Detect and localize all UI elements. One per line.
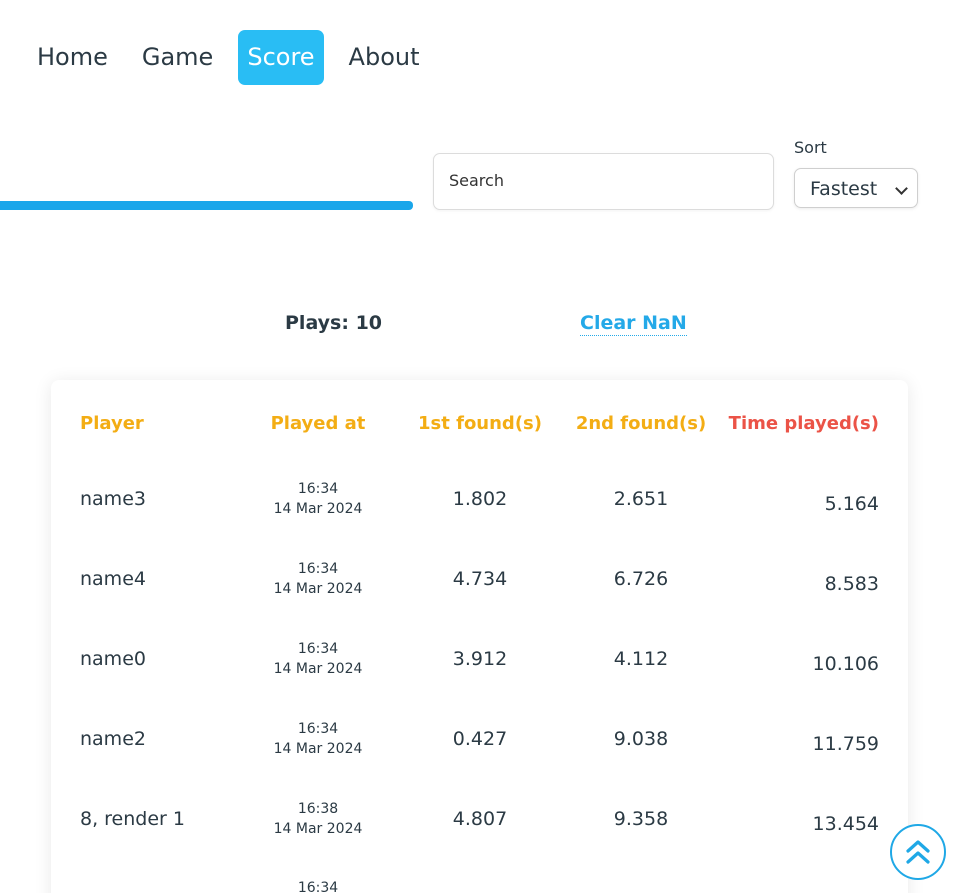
played-time: 16:34 — [297, 481, 339, 497]
player-name: name2 — [80, 728, 146, 750]
time-played-value: 10.106 — [812, 653, 879, 675]
nav-item-score[interactable]: Score — [238, 30, 324, 85]
score-table: Player Played at 1st found(s) 2nd found(… — [51, 380, 908, 893]
first-found-value: 4.807 — [452, 808, 508, 830]
header-first-found-label: 1st found(s) — [418, 413, 542, 434]
played-time: 16:34 — [297, 641, 339, 657]
header-player[interactable]: Player — [80, 413, 144, 434]
player-name: name0 — [80, 648, 146, 670]
main-nav: Home Game Score About — [28, 30, 445, 85]
played-time: 16:34 — [297, 721, 339, 737]
second-found-value: 6.726 — [613, 568, 669, 590]
time-played-value: 13.454 — [812, 813, 879, 835]
nav-item-home[interactable]: Home — [28, 30, 117, 85]
double-chevron-up-icon — [906, 840, 930, 864]
played-time: 16:38 — [297, 801, 339, 817]
second-found-value: 9.358 — [613, 808, 669, 830]
time-played-value: 5.164 — [824, 493, 879, 515]
played-time: 16:34 — [297, 561, 339, 577]
first-found-value: 4.734 — [452, 568, 508, 590]
plays-count: Plays: 10 — [285, 312, 383, 334]
score-page: Home Game Score About Sort Fastest Plays… — [0, 0, 959, 893]
second-found-value: 2.651 — [613, 488, 669, 510]
header-second-found-label: 2nd found(s) — [575, 413, 707, 434]
sort-selected-value: Fastest — [810, 178, 878, 200]
player-name: name3 — [80, 488, 146, 510]
played-date: 14 Mar 2024 — [273, 821, 363, 837]
accent-divider — [0, 201, 413, 210]
player-name: name4 — [80, 568, 146, 590]
chevron-down-icon — [895, 182, 908, 195]
back-to-top-button[interactable] — [890, 824, 946, 880]
second-found-value: 9.038 — [613, 728, 669, 750]
search-input[interactable] — [434, 154, 749, 207]
played-date: 14 Mar 2024 — [273, 661, 363, 677]
first-found-value: 0.427 — [452, 728, 508, 750]
played-time: 16:34 — [297, 880, 339, 893]
time-played-value: 8.583 — [824, 573, 879, 595]
header-time-played[interactable]: Time played(s) — [729, 413, 879, 434]
nav-item-about[interactable]: About — [340, 30, 429, 85]
clear-nan-button[interactable]: Clear NaN — [580, 312, 687, 336]
second-found-value: 4.112 — [613, 648, 669, 670]
sort-label: Sort — [794, 138, 827, 157]
player-name: 8, render 1 — [80, 808, 185, 830]
first-found-value: 3.912 — [452, 648, 508, 670]
search-box — [433, 153, 774, 210]
nav-item-game[interactable]: Game — [133, 30, 222, 85]
played-date: 14 Mar 2024 — [273, 501, 363, 517]
time-played-value: 11.759 — [812, 733, 879, 755]
sort-select[interactable]: Fastest — [794, 168, 918, 208]
header-played-at-label: Played at — [270, 413, 366, 434]
first-found-value: 1.802 — [452, 488, 508, 510]
played-date: 14 Mar 2024 — [273, 581, 363, 597]
played-date: 14 Mar 2024 — [273, 741, 363, 757]
